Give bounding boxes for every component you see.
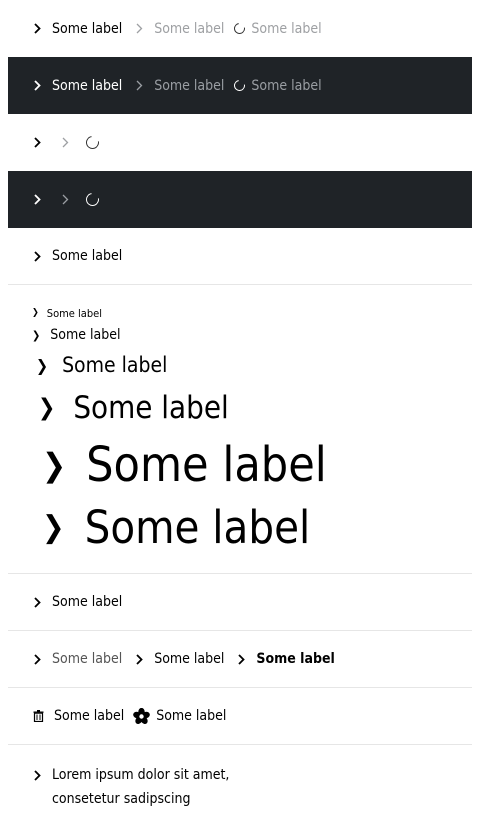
chevron-right-icon (236, 652, 246, 666)
spinner-icon (232, 77, 248, 94)
link-label: Some label (84, 500, 311, 554)
link-label: Some label (52, 248, 123, 264)
loading-link-item: Some label (232, 77, 322, 94)
link-size-s[interactable]: ❯ Some label (32, 323, 472, 347)
link-size-m[interactable]: ❯ Some label (32, 347, 472, 383)
link-item-multiline[interactable]: Lorem ipsum dolor sit amet, consetetur s… (8, 745, 472, 811)
row-dark-icons (8, 171, 472, 228)
link-list-demo: Some label Some label Some label Some la… (8, 0, 472, 811)
link-label: Some label (52, 20, 123, 37)
chevron-right-icon (32, 249, 42, 263)
row-weights: Some label Some label Some label (8, 631, 472, 688)
link-item[interactable]: Some label (132, 707, 226, 725)
chevron-right-icon[interactable] (32, 136, 42, 150)
chevron-right-icon[interactable] (32, 193, 42, 207)
link-label: Some label (52, 77, 123, 94)
link-item[interactable]: Some label (32, 78, 122, 94)
link-label: Some label (73, 390, 229, 426)
chevron-right-icon (32, 79, 42, 93)
disabled-link-item: Some label (134, 21, 224, 37)
row-single-link: Some label (8, 574, 472, 631)
chevron-right-icon: ❯ (32, 328, 41, 342)
link-item[interactable]: Some label (32, 708, 124, 724)
link-item[interactable]: Some label (32, 594, 122, 610)
link-label: Some label (251, 20, 322, 37)
link-label: Some label (154, 77, 225, 94)
spinner-icon (83, 133, 102, 152)
link-label: Some label (52, 594, 123, 610)
link-label: Some label (52, 651, 123, 667)
trash-icon (32, 709, 44, 723)
link-item-bold[interactable]: Some label (236, 651, 335, 667)
link-label: Some label (251, 77, 322, 94)
chevron-right-icon: ❯ (38, 395, 56, 421)
chevron-right-icon (32, 22, 42, 36)
flower-icon (132, 707, 150, 725)
link-size-l[interactable]: ❯ Some label (32, 383, 472, 433)
row-custom-icons: Some label Some label (8, 688, 472, 745)
row-single-link: Some label (8, 228, 472, 285)
chevron-right-icon: ❯ (36, 355, 49, 375)
spinner-icon (232, 20, 248, 37)
chevron-right-icon (134, 22, 144, 36)
row-light-labels: Some label Some label Some label (8, 0, 472, 57)
link-size-xxl[interactable]: ❯ Some label (32, 497, 472, 557)
chevron-right-icon: ❯ (42, 446, 67, 484)
link-label: Some label (50, 327, 121, 343)
link-label: Some label (86, 437, 327, 493)
link-size-xl[interactable]: ❯ Some label (32, 433, 472, 497)
chevron-right-icon (134, 652, 144, 666)
chevron-right-icon (32, 595, 42, 609)
disabled-link-item: Some label (134, 78, 224, 94)
link-label: Some label (256, 651, 335, 667)
link-label: Some label (154, 651, 225, 667)
link-item[interactable]: Some label (32, 248, 122, 264)
link-label: Some label (62, 353, 168, 377)
chevron-right-icon (32, 652, 42, 666)
chevron-right-icon (134, 79, 144, 93)
link-item-regular[interactable]: Some label (134, 651, 224, 667)
link-item[interactable]: Some label (32, 21, 122, 37)
size-variants: ❯ Some label ❯ Some label ❯ Some label ❯… (8, 285, 472, 574)
link-label: Some label (54, 708, 125, 724)
link-label: Some label (154, 20, 225, 37)
link-label: Some label (46, 306, 102, 320)
link-size-xs[interactable]: ❯ Some label (32, 303, 472, 323)
row-dark-labels: Some label Some label Some label (8, 57, 472, 114)
loading-link-item: Some label (232, 20, 322, 37)
chevron-right-icon (60, 193, 70, 207)
chevron-right-icon: ❯ (42, 509, 65, 545)
link-label: Lorem ipsum dolor sit amet, consetetur s… (52, 767, 230, 807)
spinner-icon (83, 190, 102, 209)
chevron-right-icon (60, 136, 70, 150)
chevron-right-icon (32, 768, 42, 782)
chevron-right-icon: ❯ (32, 308, 39, 318)
row-light-icons (8, 114, 472, 171)
link-item-light[interactable]: Some label (32, 651, 122, 667)
link-label: Some label (156, 708, 227, 724)
